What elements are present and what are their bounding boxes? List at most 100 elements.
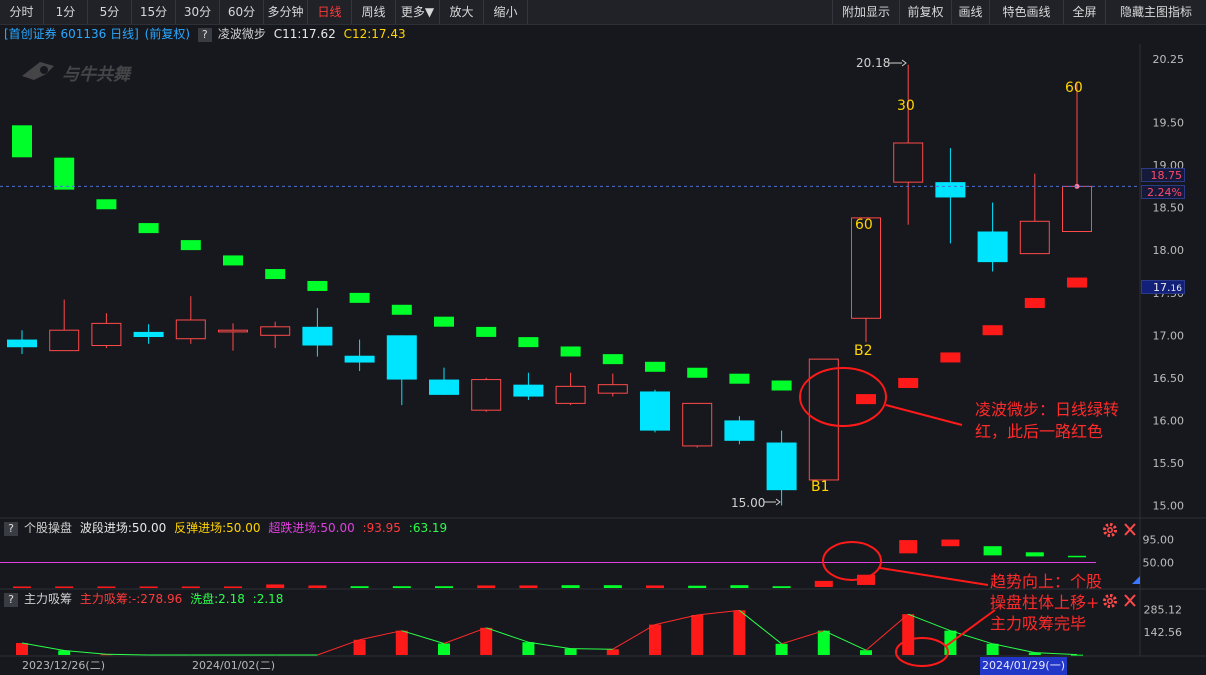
sub1-bar xyxy=(983,546,1002,556)
sub2-accumulation: 主力吸筹:- xyxy=(79,592,137,606)
sub2-trend-line xyxy=(486,627,529,643)
label-b1: B1 xyxy=(811,479,830,495)
date-axis: 2023/12/26(二) 2024/01/02(二) 2024/01/29(一… xyxy=(0,657,1140,675)
sub2-trend-line xyxy=(781,630,824,645)
price-axis-label: 18.50 xyxy=(1153,202,1185,215)
sub2-washout-value: :2.18 xyxy=(252,592,284,606)
sub2-trend-line xyxy=(570,648,613,650)
annotation-2-line-1: 趋势向上：个股 xyxy=(990,572,1103,591)
c1-price-text: 17. xyxy=(1153,281,1171,294)
sub1-bar xyxy=(224,586,242,588)
sub1-axis-label: 50.00 xyxy=(1143,557,1175,570)
sub2-bar xyxy=(395,630,408,655)
price-axis-label: 18.00 xyxy=(1153,244,1185,257)
candle xyxy=(386,335,417,406)
lbwb-block xyxy=(602,354,623,365)
lbwb-block xyxy=(940,352,961,363)
lbwb-block xyxy=(898,377,919,388)
sub1-header: ? 个股操盘 波段进场:50.00 反弹进场:50.00 超跌进场:50.00 :… xyxy=(0,519,447,537)
sub2-trend-line xyxy=(64,650,107,655)
label-b2: B2 xyxy=(854,343,873,359)
sub1-gear-icon[interactable] xyxy=(1103,523,1117,537)
sub2-washout: 洗盘:2.18 xyxy=(190,592,245,606)
lbwb-block xyxy=(180,240,201,251)
lbwb-block xyxy=(434,316,454,327)
sub1-bar xyxy=(55,586,74,588)
lbwb-block xyxy=(223,255,243,266)
sub2-axis-label: 285.12 xyxy=(1144,603,1183,616)
annotation-arrow-2 xyxy=(879,567,989,586)
sub1-wave-entry: 波段进场:50.00 xyxy=(79,521,167,535)
sub1-bar xyxy=(350,586,369,588)
candle xyxy=(175,296,206,344)
sub2-name: 主力吸筹 xyxy=(24,592,73,606)
sub2-help-button[interactable]: ? xyxy=(4,592,18,607)
sub1-bar xyxy=(477,585,496,588)
sub1-bar xyxy=(519,585,538,588)
lbwb-block xyxy=(645,361,665,372)
sub2-bar xyxy=(353,639,366,655)
current-price-box: 18.75 xyxy=(1141,168,1185,182)
sub2-bar xyxy=(986,643,999,655)
candle xyxy=(1062,81,1092,232)
sub1-bar xyxy=(772,586,791,588)
annotation-arrow-1 xyxy=(885,404,963,426)
change-percent-box: 2.24% xyxy=(1141,185,1185,199)
date-label-3: 2024/01/29(一) xyxy=(980,657,1067,675)
annotation-ellipse-2 xyxy=(822,541,882,581)
lbwb-block xyxy=(1067,277,1087,288)
sub2-trend-line xyxy=(106,653,149,656)
sub2-bar xyxy=(860,650,872,655)
candle xyxy=(91,313,122,349)
candle xyxy=(935,148,966,244)
sub1-bar xyxy=(941,539,960,547)
candle xyxy=(555,372,586,406)
sub2-trend-line xyxy=(654,614,698,626)
candle xyxy=(893,64,924,225)
sub2-bar xyxy=(733,610,746,655)
sub2-close-icon[interactable] xyxy=(1124,594,1136,607)
sub2-bar xyxy=(606,649,619,655)
annotation-arrow-3 xyxy=(945,609,996,647)
price-axis-label: 17.00 xyxy=(1153,329,1185,342)
sub1-value-red: :93.95 xyxy=(362,521,401,535)
annotation-2-line-3: 主力吸筹完毕 xyxy=(990,614,1087,633)
lbwb-block xyxy=(476,326,497,337)
date-label-2: 2024/01/02(二) xyxy=(192,659,275,672)
sub1-bar xyxy=(1068,555,1086,558)
sub1-bar xyxy=(646,585,664,588)
lbwb-block xyxy=(518,337,539,348)
scroll-indicator-icon[interactable] xyxy=(1132,576,1140,584)
sub2-bar xyxy=(564,648,577,655)
sub1-value-green: :63.19 xyxy=(408,521,448,535)
lbwb-block xyxy=(391,304,412,315)
sub1-close-icon[interactable] xyxy=(1124,523,1136,536)
sub2-trend-line xyxy=(992,643,1035,654)
sub2-gear-icon[interactable] xyxy=(1103,594,1117,608)
lbwb-block xyxy=(96,199,117,210)
label-60-b: 60 xyxy=(1065,80,1083,96)
sub2-trend-line xyxy=(359,630,402,641)
sub2-trend-line xyxy=(739,609,782,645)
sub2-trend-line xyxy=(21,642,65,652)
annotation-1-line-1: 凌波微步：日线绿转 xyxy=(975,400,1120,419)
c1-price-tail: 16 xyxy=(1170,284,1182,294)
sub1-rebound-entry: 反弹进场:50.00 xyxy=(174,521,261,535)
sub2-axis-label: 142.56 xyxy=(1144,626,1183,639)
sub1-axis-label: 95.00 xyxy=(1143,534,1175,547)
sub1-bar xyxy=(435,586,453,588)
sub2-bar xyxy=(817,630,830,655)
candle xyxy=(977,202,1008,272)
candle xyxy=(682,402,713,448)
price-axis-label: 15.00 xyxy=(1153,499,1185,512)
sub2-bar xyxy=(480,627,493,655)
watermark-logo: 与牛共舞 xyxy=(22,62,132,85)
label-30: 30 xyxy=(897,98,915,114)
c1-price-box: 17.16 xyxy=(1141,280,1185,294)
candle xyxy=(49,299,80,352)
lbwb-block xyxy=(856,394,876,405)
sub1-bar xyxy=(181,586,200,588)
sub2-trend-line xyxy=(823,630,867,651)
sub2-bar xyxy=(775,643,788,655)
sub1-help-button[interactable]: ? xyxy=(4,521,18,536)
